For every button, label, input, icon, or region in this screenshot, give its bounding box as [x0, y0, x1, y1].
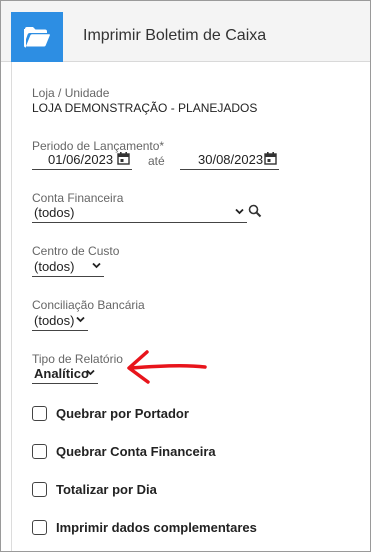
checkbox[interactable] — [32, 405, 47, 421]
store-label: Loja / Unidade — [32, 86, 110, 100]
print-cash-report-window: Imprimir Boletim de Caixa Loja / Unidade… — [0, 0, 371, 552]
checkbox-row-dados-complementares[interactable]: Imprimir dados complementares — [32, 518, 257, 536]
financial-account-value: (todos) — [34, 205, 75, 220]
checkbox-label: Quebrar Conta Financeira — [56, 443, 216, 459]
period-separator: até — [148, 154, 165, 168]
annotation-arrow-icon — [127, 350, 207, 384]
report-type-label: Tipo de Relatório — [32, 352, 123, 366]
checkbox[interactable] — [32, 481, 47, 497]
chevron-down-icon — [235, 208, 244, 215]
header-icon-box — [11, 12, 63, 62]
cost-center-label: Centro de Custo — [32, 244, 120, 258]
period-start-field[interactable]: 01/06/2023 — [32, 151, 132, 170]
report-type-select[interactable]: Analítico — [32, 365, 98, 384]
chevron-down-icon — [76, 316, 85, 323]
checkbox-row-totalizar-dia[interactable]: Totalizar por Dia — [32, 480, 157, 498]
bank-reconciliation-select[interactable]: (todos) — [32, 312, 88, 331]
financial-account-select[interactable]: (todos) — [32, 204, 247, 223]
period-end-field[interactable]: 30/08/2023 — [180, 151, 279, 170]
checkbox-row-quebrar-portador[interactable]: Quebrar por Portador — [32, 404, 189, 422]
folder-open-icon — [24, 27, 50, 48]
checkbox-label: Imprimir dados complementares — [56, 519, 257, 535]
checkbox-label: Quebrar por Portador — [56, 405, 189, 421]
store-value: LOJA DEMONSTRAÇÃO - PLANEJADOS — [32, 101, 258, 115]
checkbox-label: Totalizar por Dia — [56, 481, 157, 497]
page-header: Imprimir Boletim de Caixa — [1, 1, 370, 62]
left-divider — [11, 62, 12, 551]
bank-reconciliation-value: (todos) — [34, 313, 75, 328]
page-title: Imprimir Boletim de Caixa — [83, 27, 267, 44]
checkbox[interactable] — [32, 519, 47, 535]
financial-account-label: Conta Financeira — [32, 191, 124, 205]
chevron-down-icon — [92, 262, 101, 269]
period-start-value: 01/06/2023 — [48, 152, 114, 167]
period-end-value: 30/08/2023 — [198, 152, 264, 167]
checkbox[interactable] — [32, 443, 47, 459]
bank-reconciliation-label: Conciliação Bancária — [32, 298, 145, 312]
report-type-value: Analítico — [34, 366, 89, 381]
search-icon[interactable] — [248, 204, 262, 218]
checkbox-row-quebrar-conta[interactable]: Quebrar Conta Financeira — [32, 442, 216, 460]
cost-center-value: (todos) — [34, 259, 75, 274]
calendar-icon[interactable] — [117, 152, 130, 165]
chevron-down-icon — [86, 369, 95, 376]
cost-center-select[interactable]: (todos) — [32, 258, 104, 277]
calendar-icon[interactable] — [264, 152, 277, 165]
